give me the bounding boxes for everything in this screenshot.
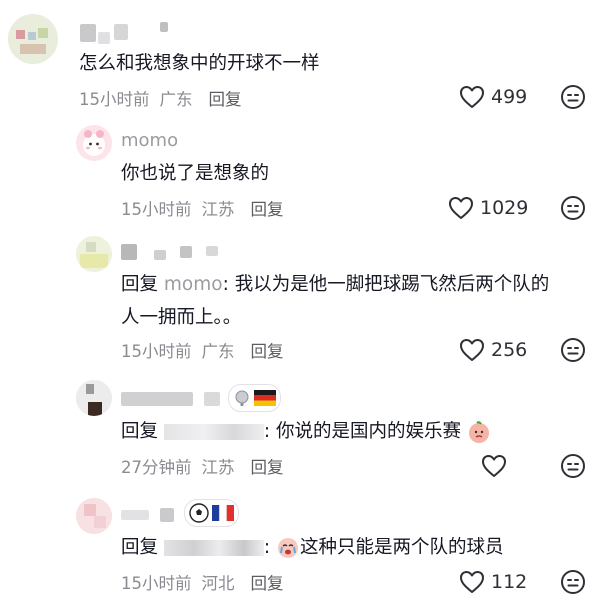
- comment-time: 15小时前: [121, 574, 192, 593]
- comment-location: 河北: [201, 574, 235, 593]
- avatar[interactable]: [76, 498, 112, 534]
- comment: 回复 : 这种只能是两个队的球员 15小时前 河北 回复 112: [0, 0, 600, 602]
- reply-prefix: 回复: [121, 537, 159, 558]
- neutral-face-icon[interactable]: [560, 569, 586, 595]
- like-count: 112: [491, 571, 528, 593]
- heart-outline-icon: [460, 571, 484, 593]
- mention-colon: :: [263, 537, 277, 558]
- france-flag-icon: [212, 505, 234, 521]
- crying-face-emoji-icon: [278, 538, 299, 558]
- badge-france: [184, 499, 239, 527]
- reply-button[interactable]: 回复: [251, 574, 284, 593]
- comment-meta: 15小时前 河北 回复: [121, 570, 294, 594]
- comment-text: 回复 : 这种只能是两个队的球员: [121, 531, 504, 564]
- like-button[interactable]: 112: [459, 569, 527, 595]
- soccer-ball-icon: [189, 503, 209, 523]
- comment-text-body: 这种只能是两个队的球员: [300, 537, 504, 558]
- mention-blurred[interactable]: [163, 540, 264, 556]
